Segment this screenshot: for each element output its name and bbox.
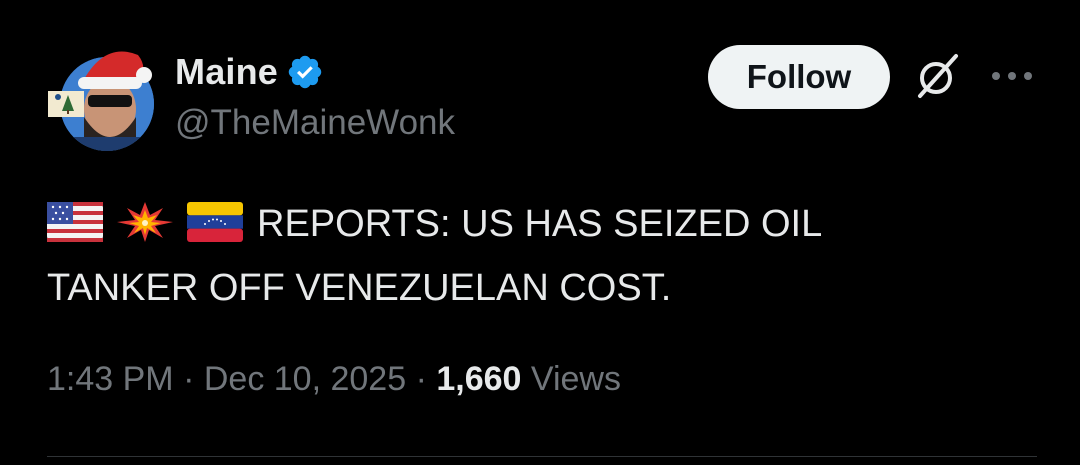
more-options-icon[interactable] [990, 64, 1034, 88]
divider [47, 456, 1037, 457]
tweet-time[interactable]: 1:43 PM [47, 360, 174, 398]
meta-separator: · [415, 360, 427, 398]
venezuela-flag-icon [187, 201, 243, 242]
tweet-meta: 1:43 PM · Dec 10, 2025 · 1,660 Views [47, 360, 621, 399]
collision-icon [117, 201, 173, 242]
tweet: Maine @TheMaineWonk Follow REPORTS: US H… [0, 0, 1080, 465]
tweet-text: REPORTS: US HAS SEIZED OIL TANKER OFF VE… [47, 192, 1007, 320]
views-count[interactable]: 1,660 [436, 360, 521, 398]
meta-separator: · [183, 360, 195, 398]
tweet-date[interactable]: Dec 10, 2025 [204, 360, 406, 398]
maine-flag-icon [48, 91, 84, 117]
display-name[interactable]: Maine [175, 51, 278, 93]
avatar[interactable] [48, 45, 154, 151]
verified-badge-icon [288, 55, 322, 89]
tweet-text-line-2: TANKER OFF VENEZUELAN COST. [47, 267, 672, 309]
us-flag-icon [47, 201, 103, 242]
tweet-line-2: TANKER OFF VENEZUELAN COST. [47, 256, 1007, 320]
views-label[interactable]: Views [531, 360, 621, 398]
santa-hat-icon [78, 51, 152, 89]
follow-button[interactable]: Follow [708, 45, 890, 109]
tweet-line-1: REPORTS: US HAS SEIZED OIL [47, 192, 1007, 256]
tweet-text-line-1: REPORTS: US HAS SEIZED OIL [257, 203, 823, 245]
author-name-row[interactable]: Maine [175, 50, 324, 94]
grok-icon[interactable] [910, 50, 962, 102]
author-handle[interactable]: @TheMaineWonk [175, 103, 455, 143]
